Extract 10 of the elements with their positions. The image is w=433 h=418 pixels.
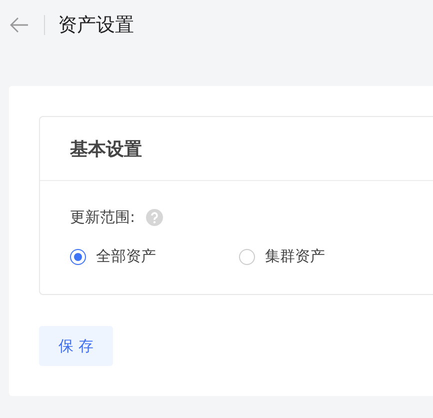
back-arrow-icon[interactable]	[9, 17, 29, 33]
help-icon[interactable]	[146, 209, 164, 226]
field-label: 更新范围:	[70, 208, 136, 227]
page-title: 资产设置	[58, 13, 134, 38]
save-button[interactable]: 保 存	[39, 326, 113, 366]
radio-button[interactable]	[70, 248, 86, 264]
card-title: 基本设置	[70, 138, 142, 160]
radio-button[interactable]	[239, 248, 255, 264]
radio-label[interactable]: 集群资产	[265, 247, 325, 266]
radio-label[interactable]: 全部资产	[96, 247, 156, 266]
